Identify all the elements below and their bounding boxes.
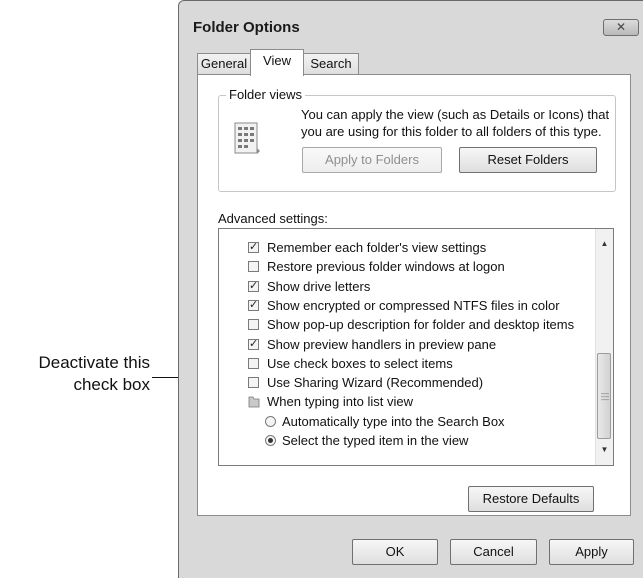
setting-label: Remember each folder's view settings xyxy=(267,240,487,255)
reset-folders-button[interactable]: Reset Folders xyxy=(459,147,597,173)
radio-button[interactable] xyxy=(265,415,276,427)
radio-item[interactable]: Select the typed item in the view xyxy=(219,431,589,450)
folder-views-group: Folder views You can apply the view (suc… xyxy=(218,87,616,192)
setting-label: Automatically type into the Search Box xyxy=(282,413,505,429)
callout-text: Deactivate this check box xyxy=(0,352,151,396)
setting-label: Restore previous folder windows at logon xyxy=(267,259,505,275)
scroll-up-arrow-icon[interactable]: ▲ xyxy=(596,239,613,251)
scroll-thumb[interactable]: — — — xyxy=(597,353,611,439)
setting-label: Show preview handlers in preview pane xyxy=(267,336,497,352)
view-tab-panel: Folder views You can apply the view (suc… xyxy=(197,74,631,516)
folder-options-dialog: Folder Options ✕ General View Search Fol… xyxy=(178,0,643,578)
checkbox[interactable] xyxy=(248,377,259,389)
apply-button[interactable]: Apply xyxy=(549,539,634,565)
scroll-down-arrow-icon[interactable]: ▼ xyxy=(596,445,613,457)
setting-label: Use check boxes to select items xyxy=(267,355,453,371)
callout-line-2: check box xyxy=(73,375,150,394)
checkbox[interactable]: ✓ xyxy=(248,242,259,253)
checkbox[interactable]: ✓ xyxy=(248,299,259,311)
tab-general[interactable]: General xyxy=(197,53,251,74)
checkbox-item[interactable]: Use check boxes to select items xyxy=(219,354,589,373)
checkbox-item[interactable]: Use Sharing Wizard (Recommended) xyxy=(219,373,589,392)
checkbox[interactable]: ✓ xyxy=(248,338,259,350)
close-icon: ✕ xyxy=(615,20,627,34)
checkbox[interactable]: ✓ xyxy=(248,280,259,292)
cancel-button[interactable]: Cancel xyxy=(450,539,537,565)
folder-views-description: You can apply the view (such as Details … xyxy=(301,107,610,139)
folder-views-legend: Folder views xyxy=(226,87,305,102)
setting-label: Show encrypted or compressed NTFS files … xyxy=(267,297,560,313)
checkbox-item[interactable]: ✓ Show encrypted or compressed NTFS files… xyxy=(219,296,589,315)
setting-label: Select the typed item in the view xyxy=(282,433,469,448)
callout-line-1: Deactivate this xyxy=(38,353,151,372)
advanced-settings-label: Advanced settings: xyxy=(218,211,328,226)
close-button[interactable]: ✕ xyxy=(603,19,639,36)
checkbox[interactable] xyxy=(248,319,259,331)
dialog-title: Folder Options xyxy=(193,19,300,36)
setting-label: Show pop-up description for folder and d… xyxy=(267,317,575,333)
title-bar: Folder Options ✕ xyxy=(179,1,643,41)
folder-view-icon xyxy=(234,122,260,154)
advanced-settings-list[interactable]: ✓ Remember each folder's view settings Res… xyxy=(218,228,614,466)
ok-button[interactable]: OK xyxy=(352,539,438,565)
radio-button[interactable] xyxy=(265,435,276,446)
grip-icon: — — — xyxy=(601,389,609,404)
folder-icon xyxy=(248,396,260,408)
setting-label: Use Sharing Wizard (Recommended) xyxy=(267,375,484,391)
tab-view[interactable]: View xyxy=(250,49,304,76)
checkbox-item[interactable]: Restore previous folder windows at logon xyxy=(219,257,589,276)
checkbox-item[interactable]: Show pop-up description for folder and d… xyxy=(219,315,589,334)
checkbox-item[interactable]: ✓ Show preview handlers in preview pane xyxy=(219,335,589,354)
apply-to-folders-button[interactable]: Apply to Folders xyxy=(302,147,442,173)
checkbox[interactable] xyxy=(248,261,259,273)
restore-defaults-button[interactable]: Restore Defaults xyxy=(468,486,594,512)
radio-item[interactable]: Automatically type into the Search Box xyxy=(219,412,589,431)
folder-group-item[interactable]: When typing into list view xyxy=(219,392,589,411)
checkbox[interactable] xyxy=(248,357,259,369)
checkbox-item[interactable]: ✓ Remember each folder's view settings xyxy=(219,238,589,257)
vertical-scrollbar[interactable]: ▲ — — — ▼ xyxy=(595,229,613,465)
setting-label: Show drive letters xyxy=(267,278,371,294)
setting-label: When typing into list view xyxy=(267,394,413,410)
checkbox-item[interactable]: ✓ Show drive letters xyxy=(219,277,589,296)
tab-search[interactable]: Search xyxy=(303,53,359,74)
